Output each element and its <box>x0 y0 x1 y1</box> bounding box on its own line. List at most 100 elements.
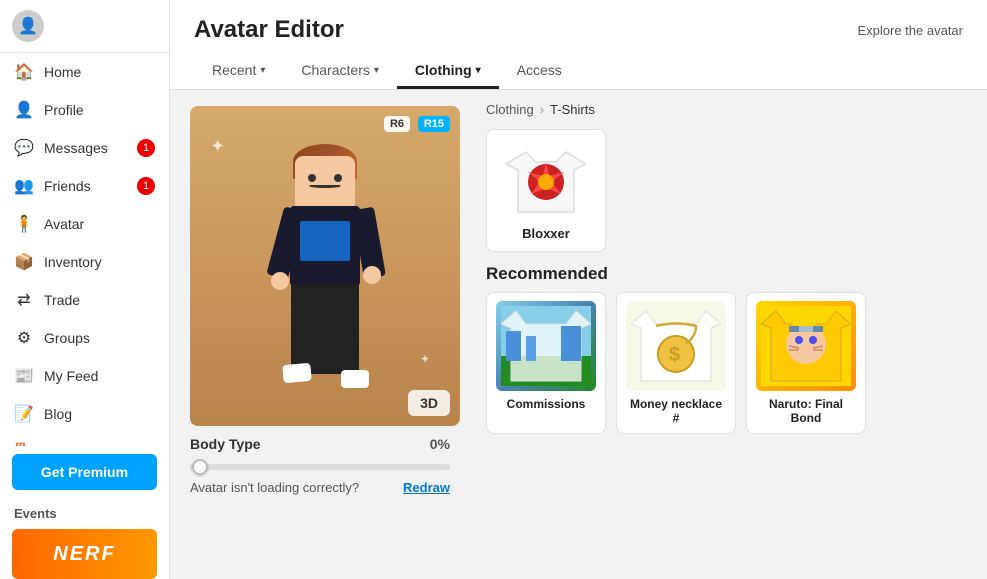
rec-img-money: $ <box>626 301 726 391</box>
naruto-svg <box>761 306 851 386</box>
get-premium-button[interactable]: Get Premium <box>12 454 157 490</box>
rec-card-money[interactable]: $ Money necklace # <box>616 292 736 434</box>
breadcrumb-current: T-Shirts <box>550 102 595 117</box>
avatar-right-foot <box>341 370 369 388</box>
commissions-svg <box>501 306 591 386</box>
avatar-viewport: ✦ ✦ <box>190 106 460 426</box>
myfeed-icon: 📰 <box>14 366 34 386</box>
sidebar-item-label: Profile <box>44 102 84 118</box>
nerf-logo: NERF <box>12 529 157 579</box>
sidebar-item-label: Official Store <box>44 444 124 446</box>
avatar-icon: 🧍 <box>14 214 34 234</box>
slider-thumb[interactable] <box>192 459 208 475</box>
money-svg: $ <box>631 306 721 386</box>
svg-text:$: $ <box>669 344 680 366</box>
recommended-section: Recommended <box>486 264 971 434</box>
avatar-legs <box>291 284 359 374</box>
rec-img-naruto <box>756 301 856 391</box>
sidebar-item-label: Trade <box>44 292 80 308</box>
rec-name-naruto: Naruto: Final Bond <box>755 397 857 425</box>
sidebar-item-groups[interactable]: ⚙ Groups <box>0 319 169 357</box>
sidebar-item-label: My Feed <box>44 368 98 384</box>
rec-card-commissions[interactable]: Commissions <box>486 292 606 434</box>
trade-icon: ⇄ <box>14 290 34 310</box>
sidebar-item-messages[interactable]: 💬 Messages 1 <box>0 129 169 167</box>
sidebar: 👤 🏠 Home 👤 Profile 💬 Messages 1 👥 Friend… <box>0 0 170 579</box>
tab-characters[interactable]: Characters ▾ <box>283 54 397 89</box>
sidebar-item-label: Inventory <box>44 254 102 270</box>
user-avatar: 👤 <box>12 10 44 42</box>
main-content: Avatar Editor Explore the avatar Recent … <box>170 0 987 579</box>
sidebar-nav: 🏠 Home 👤 Profile 💬 Messages 1 👥 Friends … <box>0 53 169 446</box>
badge-r6[interactable]: R6 <box>384 116 410 132</box>
sidebar-item-avatar[interactable]: 🧍 Avatar <box>0 205 169 243</box>
slider-track <box>190 464 450 470</box>
chevron-down-icon: ▾ <box>260 65 265 76</box>
selected-item-name: Bloxxer <box>522 226 570 241</box>
groups-icon: ⚙ <box>14 328 34 348</box>
inventory-icon: 📦 <box>14 252 34 272</box>
avatar-error-text: Avatar isn't loading correctly? <box>190 480 359 495</box>
right-panel: Clothing › T-Shirts Bloxxer <box>470 90 987 579</box>
body-type-row: Body Type 0% <box>190 436 450 452</box>
tab-access[interactable]: Access <box>499 54 580 89</box>
avatar-error-row: Avatar isn't loading correctly? Redraw <box>190 480 450 495</box>
page-title: Avatar Editor <box>194 16 344 44</box>
redraw-button[interactable]: Redraw <box>403 480 450 495</box>
tab-recent[interactable]: Recent ▾ <box>194 54 283 89</box>
avatar-figure <box>255 136 395 396</box>
sidebar-item-friends[interactable]: 👥 Friends 1 <box>0 167 169 205</box>
sidebar-item-label: Blog <box>44 406 72 422</box>
events-section-label: Events <box>0 498 169 525</box>
body-type-value: 0% <box>430 436 450 452</box>
tab-clothing[interactable]: Clothing ▾ <box>397 54 499 89</box>
chevron-down-icon: ▾ <box>374 65 379 76</box>
main-header: Avatar Editor Explore the avatar Recent … <box>170 0 987 90</box>
selected-item-card[interactable]: Bloxxer <box>486 129 606 252</box>
avatar-left-hand <box>271 272 289 290</box>
sparkle-decoration-2: ✦ <box>420 352 430 366</box>
nav-tabs: Recent ▾ Characters ▾ Clothing ▾ Access <box>194 54 963 89</box>
body-type-label: Body Type <box>190 436 261 452</box>
sidebar-item-profile[interactable]: 👤 Profile <box>0 91 169 129</box>
store-icon: 🏪 <box>14 442 34 446</box>
recommended-grid: Commissions $ <box>486 292 971 434</box>
home-icon: 🏠 <box>14 62 34 82</box>
sparkle-decoration: ✦ <box>210 136 225 157</box>
sidebar-item-official-store[interactable]: 🏪 Official Store <box>0 433 169 446</box>
sidebar-item-label: Messages <box>44 140 108 156</box>
body-type-slider[interactable] <box>190 464 450 470</box>
bloxxer-tshirt-svg <box>506 144 586 216</box>
sidebar-item-blog[interactable]: 📝 Blog <box>0 395 169 433</box>
sidebar-item-inventory[interactable]: 📦 Inventory <box>0 243 169 281</box>
sidebar-item-home[interactable]: 🏠 Home <box>0 53 169 91</box>
breadcrumb-separator: › <box>540 102 544 117</box>
sidebar-user: 👤 <box>0 0 169 53</box>
rec-name-commissions: Commissions <box>507 397 586 411</box>
breadcrumb: Clothing › T-Shirts <box>486 102 971 117</box>
badge-r15[interactable]: R15 <box>418 116 450 132</box>
sidebar-item-trade[interactable]: ⇄ Trade <box>0 281 169 319</box>
friends-icon: 👥 <box>14 176 34 196</box>
sidebar-item-label: Avatar <box>44 216 84 232</box>
chevron-down-icon: ▾ <box>476 65 481 76</box>
rec-img-commissions <box>496 301 596 391</box>
tab-characters-label: Characters <box>301 62 369 78</box>
page-title-row: Avatar Editor Explore the avatar <box>194 16 963 44</box>
tab-clothing-label: Clothing <box>415 62 472 78</box>
rec-card-naruto[interactable]: Naruto: Final Bond <box>746 292 866 434</box>
avatar-right-hand <box>363 266 381 284</box>
breadcrumb-parent[interactable]: Clothing <box>486 102 534 117</box>
tab-recent-label: Recent <box>212 62 256 78</box>
avatar-panel: ✦ ✦ <box>170 90 470 579</box>
messages-badge: 1 <box>137 139 155 157</box>
sidebar-item-label: Groups <box>44 330 90 346</box>
blog-icon: 📝 <box>14 404 34 424</box>
view-3d-button[interactable]: 3D <box>408 390 450 416</box>
recommended-title: Recommended <box>486 264 971 284</box>
selected-item-image <box>501 140 591 220</box>
sidebar-item-myfeed[interactable]: 📰 My Feed <box>0 357 169 395</box>
avatar-left-foot <box>282 363 311 383</box>
friends-badge: 1 <box>137 177 155 195</box>
sidebar-item-label: Friends <box>44 178 91 194</box>
